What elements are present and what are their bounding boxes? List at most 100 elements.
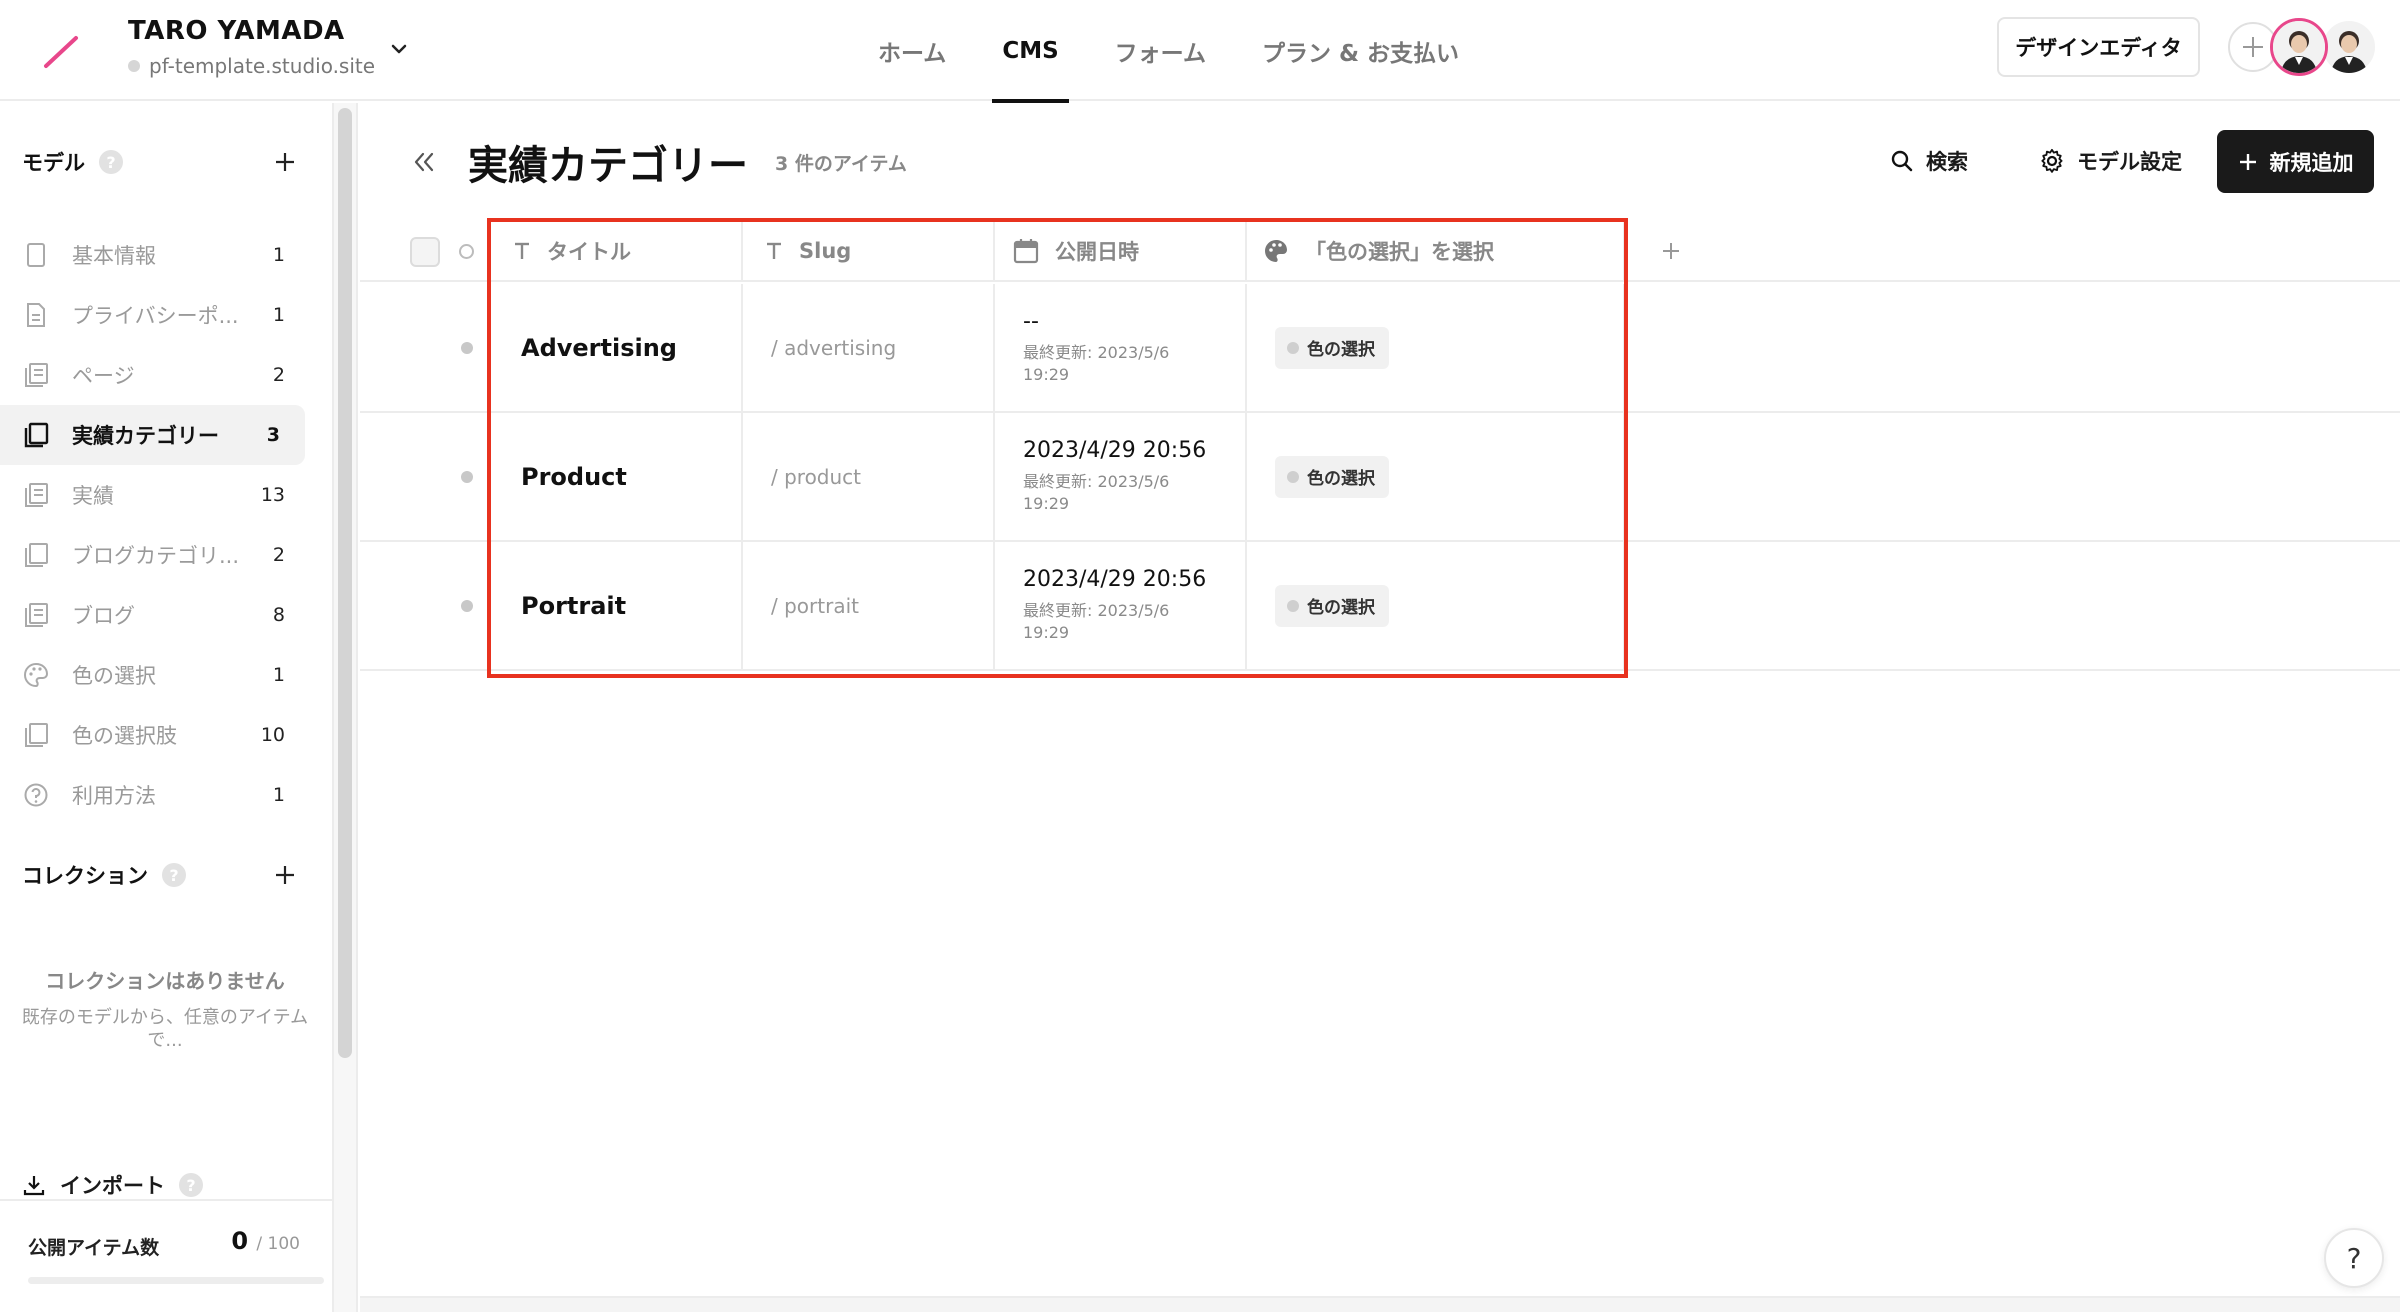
- nav-form[interactable]: フォーム: [1087, 0, 1234, 101]
- sidebar-scrollbar[interactable]: [338, 108, 352, 1058]
- cell-title[interactable]: Portrait: [491, 542, 743, 669]
- color-reference-chip[interactable]: 色の選択: [1275, 455, 1389, 498]
- sidebar-item-blog-category[interactable]: ブログカテゴリ... 2: [0, 525, 310, 585]
- collection-icon: [22, 421, 50, 449]
- column-header-label: Slug: [799, 239, 852, 263]
- nav-cms[interactable]: CMS: [974, 0, 1086, 103]
- sidebar-item-label: ページ: [72, 364, 135, 388]
- collection-icon: [22, 481, 50, 509]
- horizontal-scrollbar[interactable]: [360, 1296, 2400, 1312]
- sidebar-item-basic-info[interactable]: 基本情報 1: [0, 225, 310, 285]
- main-nav: ホーム CMS フォーム プラン & お支払い: [850, 0, 1487, 103]
- nav-home[interactable]: ホーム: [850, 0, 974, 101]
- collection-icon: [22, 361, 50, 389]
- site-status-dot: [128, 60, 140, 72]
- project-name: TARO YAMADA: [128, 16, 345, 46]
- sidebar-item-count: 1: [272, 244, 285, 266]
- sidebar-item-color-options[interactable]: 色の選択肢 10: [0, 705, 310, 765]
- avatar[interactable]: [2320, 18, 2378, 76]
- add-model-button[interactable]: [270, 147, 300, 177]
- help-icon[interactable]: ?: [179, 1173, 203, 1197]
- top-bar: TARO YAMADA pf-template.studio.site ホーム …: [0, 0, 2400, 103]
- cell-published[interactable]: 2023/4/29 20:56 最終更新: 2023/5/6 19:29: [995, 413, 1247, 540]
- plus-icon: [2243, 37, 2263, 57]
- plus-icon: [1663, 243, 1679, 259]
- sidebar-item-count: 13: [260, 484, 285, 506]
- models-heading: モデル ?: [22, 147, 123, 177]
- cell-published[interactable]: 2023/4/29 20:56 最終更新: 2023/5/6 19:29: [995, 542, 1247, 669]
- document-icon: [22, 301, 50, 329]
- help-icon[interactable]: ?: [99, 150, 123, 174]
- project-switcher[interactable]: TARO YAMADA pf-template.studio.site: [128, 16, 375, 78]
- cell-slug[interactable]: / product: [743, 413, 995, 540]
- sidebar-item-works[interactable]: 実績 13: [0, 465, 310, 525]
- help-icon[interactable]: ?: [162, 863, 186, 887]
- sidebar-item-works-category[interactable]: 実績カテゴリー 3: [0, 405, 305, 465]
- published-date: --: [1023, 308, 1039, 334]
- table-row[interactable]: Advertising / advertising -- 最終更新: 2023/…: [360, 284, 2400, 413]
- calendar-icon: [1013, 239, 1039, 264]
- add-column-button[interactable]: [1656, 236, 1686, 266]
- model-settings-button[interactable]: モデル設定: [2039, 146, 2182, 176]
- search-button[interactable]: 検索: [1890, 146, 1968, 176]
- chevron-down-icon[interactable]: [388, 38, 410, 60]
- collapse-sidebar-icon[interactable]: [410, 148, 438, 176]
- color-reference-chip[interactable]: 色の選択: [1275, 584, 1389, 627]
- table-header: タイトル Slug 公開日時 「色の選択」を選択: [360, 220, 2400, 282]
- table-row[interactable]: Product / product 2023/4/29 20:56 最終更新: …: [360, 413, 2400, 542]
- avatar[interactable]: [2270, 18, 2328, 76]
- sidebar-item-label: 実績カテゴリー: [72, 424, 219, 448]
- color-reference-chip[interactable]: 色の選択: [1275, 326, 1389, 369]
- collections-empty-desc: 既存のモデルから、任意のアイテムで...: [21, 1007, 309, 1052]
- plus-icon: [276, 866, 294, 884]
- column-header-published[interactable]: 公開日時: [995, 220, 1247, 282]
- cell-title[interactable]: Advertising: [491, 284, 743, 411]
- cell-color[interactable]: 色の選択: [1247, 413, 1625, 540]
- collections-empty-title: コレクションはありません: [45, 969, 285, 993]
- sidebar-item-blog[interactable]: ブログ 8: [0, 585, 310, 645]
- help-button[interactable]: ?: [2324, 1228, 2384, 1288]
- design-editor-button[interactable]: デザインエディタ: [1997, 17, 2200, 77]
- item-count: 3 件のアイテム: [775, 153, 907, 175]
- sidebar-item-label: ブログカテゴリ...: [72, 544, 240, 568]
- studio-logo-icon[interactable]: [40, 30, 84, 74]
- collection-icon: [22, 721, 50, 749]
- sidebar-item-count: 8: [272, 604, 285, 626]
- cell-color[interactable]: 色の選択: [1247, 284, 1625, 411]
- sidebar-item-usage[interactable]: 利用方法 1: [0, 765, 310, 825]
- palette-icon: [22, 661, 50, 689]
- text-type-icon: [515, 242, 529, 259]
- sidebar-item-count: 10: [260, 724, 285, 746]
- content-header: 実績カテゴリー 3 件のアイテム 検索 モデル設定 新規追加: [360, 103, 2400, 218]
- cell-title[interactable]: Product: [491, 413, 743, 540]
- published-count-limit: / 100: [256, 1234, 300, 1254]
- published-items-box: 公開アイテム数 0 / 100: [0, 1199, 332, 1312]
- column-header-color[interactable]: 「色の選択」を選択: [1247, 220, 1625, 282]
- cell-color[interactable]: 色の選択: [1247, 542, 1625, 669]
- nav-plan-billing[interactable]: プラン & お支払い: [1234, 0, 1487, 101]
- column-header-slug[interactable]: Slug: [743, 220, 995, 282]
- project-site-url: pf-template.studio.site: [149, 54, 376, 78]
- sidebar-item-count: 1: [272, 304, 285, 326]
- sidebar-item-count: 3: [266, 424, 280, 446]
- import-button[interactable]: インポート ?: [22, 1170, 203, 1200]
- row-status-dot: [461, 471, 473, 483]
- sidebar-item-pages[interactable]: ページ 2: [0, 345, 310, 405]
- cell-published[interactable]: -- 最終更新: 2023/5/6 19:29: [995, 284, 1247, 411]
- models-heading-label: モデル: [22, 151, 85, 175]
- chip-dot: [1287, 599, 1299, 612]
- table-row[interactable]: Portrait / portrait 2023/4/29 20:56 最終更新…: [360, 542, 2400, 671]
- published-count-value: 0: [231, 1227, 249, 1255]
- add-collection-button[interactable]: [270, 860, 300, 890]
- page-title: 実績カテゴリー: [468, 143, 748, 189]
- plus-icon: [2239, 153, 2256, 170]
- select-all-checkbox[interactable]: [410, 237, 440, 267]
- cell-slug[interactable]: / advertising: [743, 284, 995, 411]
- column-header-title[interactable]: タイトル: [491, 220, 743, 282]
- sidebar-item-privacy[interactable]: プライバシーポ... 1: [0, 285, 310, 345]
- project-site: pf-template.studio.site: [128, 54, 375, 78]
- cell-slug[interactable]: / portrait: [743, 542, 995, 669]
- column-header-label: 「色の選択」を選択: [1305, 240, 1494, 264]
- add-new-item-button[interactable]: 新規追加: [2217, 130, 2374, 193]
- sidebar-item-color-select[interactable]: 色の選択 1: [0, 645, 310, 705]
